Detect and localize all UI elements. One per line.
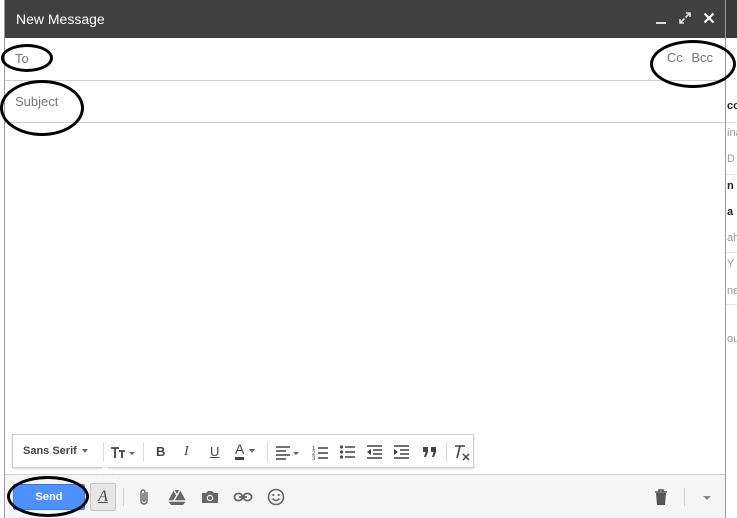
text-color-glyph: A	[235, 442, 245, 460]
bottom-divider	[684, 488, 685, 506]
text-size-icon[interactable]	[110, 443, 138, 461]
background-inbox-strip: co ina D n a ah Y ne ou	[726, 0, 737, 518]
bottom-divider	[123, 488, 124, 506]
attach-icon[interactable]	[135, 487, 155, 507]
font-family-label: Sans Serif	[23, 445, 77, 457]
emoji-icon[interactable]	[266, 487, 286, 507]
background-snippet: Y	[727, 258, 735, 270]
toolbar-divider	[143, 442, 144, 462]
text-color-icon[interactable]: A	[235, 442, 256, 460]
underline-icon[interactable]: U	[210, 444, 219, 462]
cc-bcc-links: Cc Bcc	[662, 50, 713, 65]
formatting-options-toggle[interactable]: A	[90, 483, 116, 511]
background-snippet: ina	[727, 127, 737, 139]
message-body[interactable]	[5, 124, 725, 470]
indent-less-icon[interactable]	[366, 443, 384, 461]
bulleted-list-icon[interactable]	[339, 443, 357, 461]
send-button[interactable]: Send	[13, 484, 85, 510]
cc-link[interactable]: Cc	[667, 50, 683, 65]
bcc-link[interactable]: Bcc	[691, 50, 713, 65]
background-header	[726, 0, 737, 38]
link-icon[interactable]	[233, 487, 253, 507]
compose-bottom-bar: Send A	[5, 474, 725, 518]
background-snippet: co	[727, 100, 737, 112]
to-field[interactable]: To Cc Bcc	[5, 38, 725, 81]
background-divider	[726, 252, 737, 253]
background-divider	[726, 174, 737, 175]
background-divider	[726, 304, 737, 305]
formatting-toolbar: Sans Serif B I U A 123	[12, 434, 474, 483]
to-label: To	[15, 51, 29, 66]
toolbar-divider	[103, 442, 104, 462]
trash-icon[interactable]	[651, 487, 671, 507]
remove-formatting-icon[interactable]	[453, 443, 471, 461]
subject-field[interactable]: Subject	[5, 81, 725, 123]
background-snippet: ne	[727, 285, 737, 297]
drive-icon[interactable]	[167, 487, 187, 507]
indent-more-icon[interactable]	[393, 443, 411, 461]
background-snippet: ou	[727, 333, 737, 345]
compose-window: New Message To Cc Bcc Subject Sans Serif…	[4, 0, 726, 518]
background-snippet: a	[727, 206, 734, 218]
svg-text:3: 3	[312, 456, 316, 461]
background-snippet: n	[727, 180, 734, 192]
close-icon[interactable]	[701, 10, 717, 26]
more-options-icon[interactable]	[697, 487, 717, 507]
minimize-icon[interactable]	[653, 10, 669, 26]
bold-icon[interactable]: B	[156, 444, 165, 462]
background-snippet: D	[727, 153, 735, 165]
toolbar-divider	[446, 442, 447, 462]
background-divider	[726, 122, 737, 123]
font-family-select[interactable]: Sans Serif	[23, 445, 88, 463]
pop-out-icon[interactable]	[677, 10, 693, 26]
italic-icon[interactable]: I	[184, 444, 189, 462]
compose-titlebar[interactable]: New Message	[5, 0, 725, 38]
toolbar-divider	[267, 442, 268, 462]
background-snippet: ah	[727, 232, 737, 244]
numbered-list-icon[interactable]: 123	[312, 443, 330, 462]
quote-icon[interactable]	[421, 443, 439, 461]
align-icon[interactable]	[274, 443, 302, 461]
photo-icon[interactable]	[200, 487, 220, 507]
compose-title: New Message	[16, 11, 105, 27]
subject-label: Subject	[15, 94, 59, 109]
